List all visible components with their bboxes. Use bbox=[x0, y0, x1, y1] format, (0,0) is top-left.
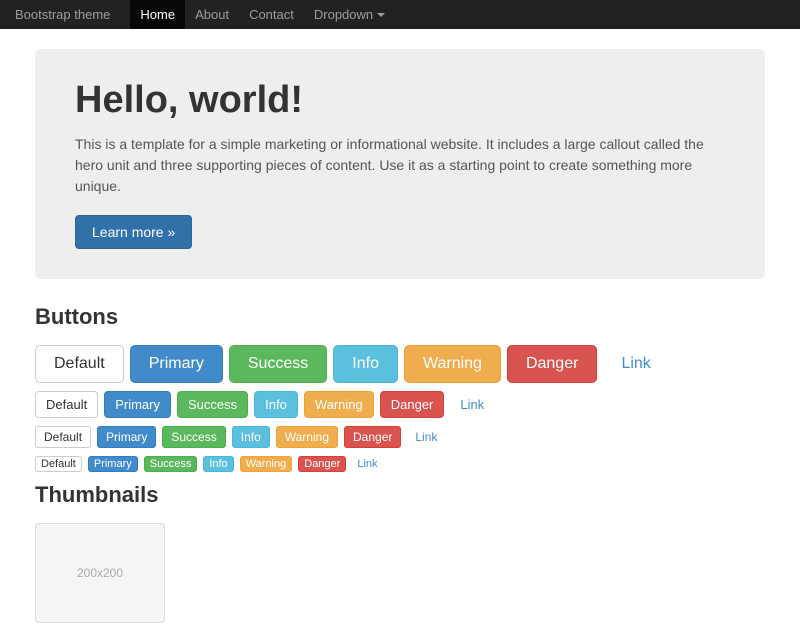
thumbnail-image[interactable]: 200x200 bbox=[35, 523, 165, 623]
buttons-heading: Buttons bbox=[35, 304, 765, 330]
buttons-section: Buttons Default Primary Success Info War… bbox=[35, 304, 765, 472]
dropdown-label: Dropdown bbox=[314, 7, 385, 22]
btn-success-sm[interactable]: Success bbox=[162, 426, 225, 448]
button-row-md: Default Primary Success Info Warning Dan… bbox=[35, 391, 765, 418]
btn-info-md[interactable]: Info bbox=[254, 391, 298, 418]
learn-more-button[interactable]: Learn more » bbox=[75, 215, 192, 249]
btn-link-sm[interactable]: Link bbox=[407, 427, 445, 447]
btn-danger-lg[interactable]: Danger bbox=[507, 345, 597, 383]
btn-warning-sm[interactable]: Warning bbox=[276, 426, 338, 448]
btn-primary-md[interactable]: Primary bbox=[104, 391, 171, 418]
jumbotron: Hello, world! This is a template for a s… bbox=[35, 49, 765, 279]
btn-info-sm[interactable]: Info bbox=[232, 426, 270, 448]
btn-warning-md[interactable]: Warning bbox=[304, 391, 374, 418]
btn-link-xs[interactable]: Link bbox=[352, 457, 382, 471]
nav-item-dropdown[interactable]: Dropdown bbox=[304, 0, 395, 29]
button-row-xs: Default Primary Success Info Warning Dan… bbox=[35, 456, 765, 472]
btn-danger-xs[interactable]: Danger bbox=[298, 456, 346, 472]
btn-primary-xs[interactable]: Primary bbox=[88, 456, 138, 472]
btn-warning-xs[interactable]: Warning bbox=[240, 456, 293, 472]
dropdown-text: Dropdown bbox=[314, 7, 373, 22]
btn-info-lg[interactable]: Info bbox=[333, 345, 398, 383]
chevron-down-icon bbox=[377, 13, 385, 17]
btn-default-lg[interactable]: Default bbox=[35, 345, 124, 383]
btn-success-lg[interactable]: Success bbox=[229, 345, 327, 383]
btn-success-md[interactable]: Success bbox=[177, 391, 248, 418]
hero-body: This is a template for a simple marketin… bbox=[75, 134, 725, 197]
button-row-sm: Default Primary Success Info Warning Dan… bbox=[35, 426, 765, 448]
thumbnails-section: Thumbnails 200x200 bbox=[35, 482, 765, 623]
thumbnails-heading: Thumbnails bbox=[35, 482, 765, 508]
button-row-lg: Default Primary Success Info Warning Dan… bbox=[35, 345, 765, 383]
btn-danger-md[interactable]: Danger bbox=[380, 391, 445, 418]
btn-primary-sm[interactable]: Primary bbox=[97, 426, 156, 448]
nav-item-contact[interactable]: Contact bbox=[239, 0, 304, 29]
btn-link-lg[interactable]: Link bbox=[603, 346, 668, 382]
navbar-brand[interactable]: Bootstrap theme bbox=[15, 7, 110, 22]
btn-info-xs[interactable]: Info bbox=[203, 456, 233, 472]
btn-default-sm[interactable]: Default bbox=[35, 426, 91, 448]
btn-default-md[interactable]: Default bbox=[35, 391, 98, 418]
thumbnail-label: 200x200 bbox=[77, 566, 123, 580]
nav-item-about[interactable]: About bbox=[185, 0, 239, 29]
btn-danger-sm[interactable]: Danger bbox=[344, 426, 401, 448]
main-container: Hello, world! This is a template for a s… bbox=[20, 29, 780, 643]
btn-warning-lg[interactable]: Warning bbox=[404, 345, 501, 383]
navbar: Bootstrap theme Home About Contact Dropd… bbox=[0, 0, 800, 29]
btn-primary-lg[interactable]: Primary bbox=[130, 345, 223, 383]
btn-link-md[interactable]: Link bbox=[450, 392, 494, 417]
hero-heading: Hello, world! bbox=[75, 79, 725, 122]
btn-success-xs[interactable]: Success bbox=[144, 456, 198, 472]
nav-item-home[interactable]: Home bbox=[130, 0, 185, 29]
nav-items: Home About Contact Dropdown bbox=[130, 0, 395, 29]
btn-default-xs[interactable]: Default bbox=[35, 456, 82, 472]
